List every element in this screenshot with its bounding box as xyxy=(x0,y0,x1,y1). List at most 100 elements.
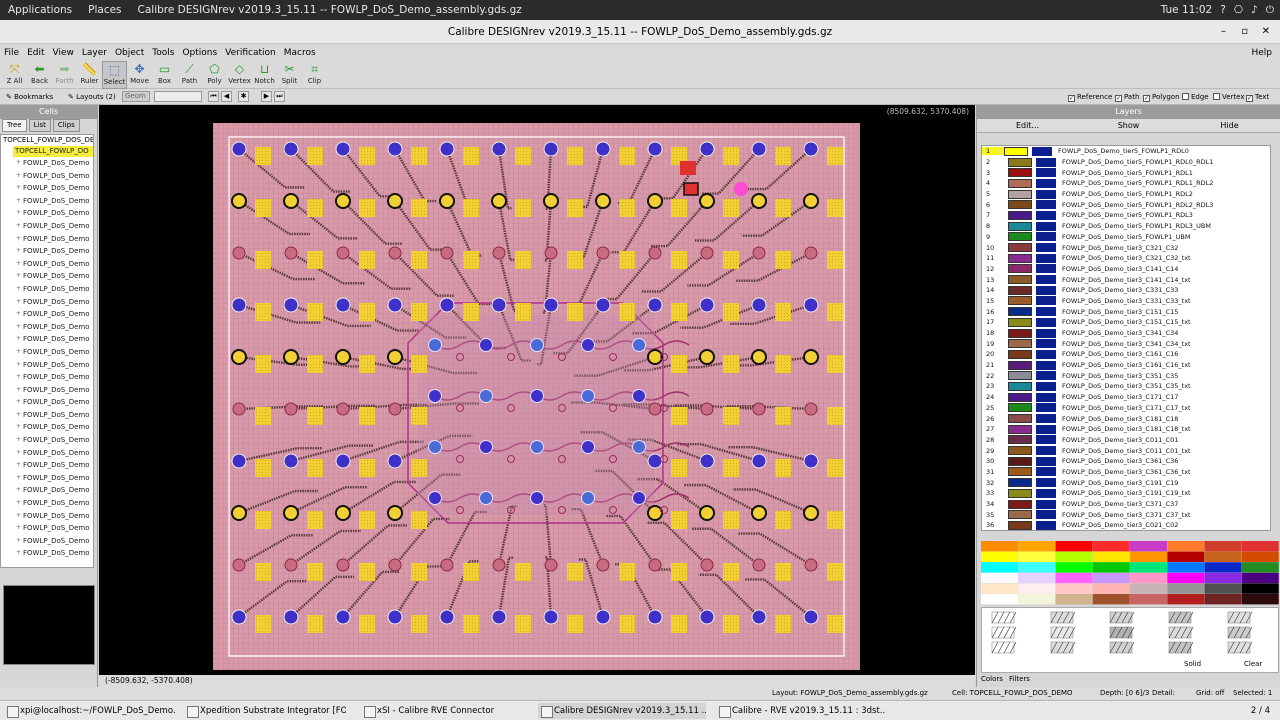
layer-row[interactable]: 23 FOWLP_DoS_Demo_tier3_C351_C35_txt xyxy=(982,381,1270,392)
last-icon[interactable]: ⏭ xyxy=(274,91,285,102)
task-rve[interactable]: Calibre - RVE v2019.3_15.11 : 3dst... xyxy=(716,703,886,719)
layer-fill-swatch[interactable] xyxy=(1008,446,1032,456)
palette-swatch[interactable] xyxy=(1130,583,1167,594)
tab-tree[interactable]: Tree xyxy=(2,119,27,132)
layer-outline-swatch[interactable] xyxy=(1036,392,1056,402)
palette-swatch[interactable] xyxy=(1092,583,1130,594)
layer-fill-swatch[interactable] xyxy=(1008,371,1032,381)
package-layout[interactable] xyxy=(213,123,860,670)
palette-swatch[interactable] xyxy=(1130,572,1167,584)
menu-edit[interactable]: Edit xyxy=(23,45,48,61)
ruler-button[interactable]: 📏 Ruler xyxy=(77,61,102,89)
layer-outline-swatch[interactable] xyxy=(1036,253,1056,263)
layer-outline-swatch[interactable] xyxy=(1036,403,1056,413)
layer-fill-swatch[interactable] xyxy=(1008,467,1032,477)
layer-outline-swatch[interactable] xyxy=(1036,371,1056,381)
layer-row[interactable]: 11 FOWLP_DoS_Demo_tier3_C321_C32_txt xyxy=(982,253,1270,264)
geom-dropdown[interactable]: Geom xyxy=(122,91,150,102)
layer-outline-swatch[interactable] xyxy=(1036,317,1056,327)
tab-colors[interactable]: Colors xyxy=(981,675,1003,683)
cell-tree-item[interactable]: FOWLP_DoS_Demo xyxy=(1,359,93,372)
layer-fill-swatch[interactable] xyxy=(1008,403,1032,413)
pattern-swatch[interactable] xyxy=(1168,626,1194,639)
cell-tree-item[interactable]: FOWLP_DoS_Demo xyxy=(1,195,93,208)
pattern-swatch[interactable] xyxy=(1050,641,1076,654)
palette-swatch[interactable] xyxy=(1018,594,1056,605)
palette-swatch[interactable] xyxy=(1018,583,1056,594)
color-palette[interactable] xyxy=(981,541,1279,605)
cell-tree-item[interactable]: FOWLP_DoS_Demo xyxy=(1,396,93,409)
next-icon[interactable]: ▶ xyxy=(261,91,272,102)
layer-row[interactable]: 27 FOWLP_DoS_Demo_tier3_C181_C18_txt xyxy=(982,424,1270,435)
layer-fill-swatch[interactable] xyxy=(1008,339,1032,349)
layer-list[interactable]: 1 FOWLP_DoS_Demo_tier5_FOWLP1_RDL0 2 FOWLP_… xyxy=(981,145,1271,531)
vertex-button[interactable]: ◇ Vertex xyxy=(227,61,252,89)
palette-swatch[interactable] xyxy=(1167,551,1205,562)
layer-fill-swatch[interactable] xyxy=(1008,275,1032,285)
cell-tree-item[interactable]: FOWLP_DoS_Demo xyxy=(1,371,93,384)
palette-swatch[interactable] xyxy=(981,541,1018,552)
menu-object[interactable]: Object xyxy=(111,45,148,61)
cell-tree-item[interactable]: FOWLP_DoS_Demo xyxy=(1,296,93,309)
palette-swatch[interactable] xyxy=(1204,572,1242,584)
palette-swatch[interactable] xyxy=(1055,541,1093,552)
cell-tree-item[interactable]: FOWLP_DoS_Demo xyxy=(1,157,93,170)
layer-fill-swatch[interactable] xyxy=(1008,349,1032,359)
cell-tree-item[interactable]: FOWLP_DoS_Demo xyxy=(1,258,93,271)
layer-fill-swatch[interactable] xyxy=(1008,381,1032,391)
layer-fill-swatch[interactable] xyxy=(1008,168,1032,178)
cell-tree-item[interactable]: FOWLP_DoS_Demo xyxy=(1,220,93,233)
workspace-pager[interactable]: 2 / 4 xyxy=(1251,703,1270,719)
layer-row[interactable]: 3 FOWLP_DoS_Demo_tier5_FOWLP1_RDL1 xyxy=(982,167,1270,178)
palette-swatch[interactable] xyxy=(981,562,1018,573)
layer-fill-swatch[interactable] xyxy=(1008,243,1032,253)
palette-swatch[interactable] xyxy=(1204,541,1242,552)
pattern-swatch[interactable] xyxy=(1227,611,1253,624)
palette-swatch[interactable] xyxy=(981,583,1018,594)
cell-tree-item[interactable]: FOWLP_DoS_Demo xyxy=(1,472,93,485)
cell-tree-item[interactable]: FOWLP_DoS_Demo xyxy=(1,308,93,321)
path-button[interactable]: ⟋ Path xyxy=(177,61,202,89)
layouts-button[interactable]: ✎ Layouts (2) xyxy=(68,89,116,105)
menu-options[interactable]: Options xyxy=(178,45,221,61)
palette-swatch[interactable] xyxy=(981,594,1018,605)
cell-tree-item[interactable]: FOWLP_DoS_Demo xyxy=(1,497,93,510)
cell-tree-item[interactable]: FOWLP_DoS_Demo xyxy=(1,384,93,397)
pattern-swatch[interactable] xyxy=(1109,641,1135,654)
layer-fill-swatch[interactable] xyxy=(1008,264,1032,274)
pattern-swatch[interactable] xyxy=(991,626,1017,639)
layer-row[interactable]: 32 FOWLP_DoS_Demo_tier3_C191_C19 xyxy=(982,477,1270,488)
layer-fill-swatch[interactable] xyxy=(1008,178,1032,188)
cell-tree-item[interactable]: FOWLP_DoS_Demo xyxy=(1,182,93,195)
back-button[interactable]: ⬅ Back xyxy=(27,61,52,89)
menu-layer[interactable]: Layer xyxy=(78,45,111,61)
layer-outline-swatch[interactable] xyxy=(1036,157,1056,167)
clip-button[interactable]: ⌗ Clip xyxy=(302,61,327,89)
palette-swatch[interactable] xyxy=(1130,594,1167,605)
layer-outline-swatch[interactable] xyxy=(1036,275,1056,285)
menu-tools[interactable]: Tools xyxy=(148,45,178,61)
palette-swatch[interactable] xyxy=(981,572,1018,584)
layer-outline-swatch[interactable] xyxy=(1036,296,1056,306)
palette-swatch[interactable] xyxy=(1204,551,1242,562)
layer-row[interactable]: 30 FOWLP_DoS_Demo_tier3_C361_C36 xyxy=(982,456,1270,467)
layer-row[interactable]: 22 FOWLP_DoS_Demo_tier3_C351_C35 xyxy=(982,370,1270,381)
layer-fill-swatch[interactable] xyxy=(1008,360,1032,370)
cell-tree-item[interactable]: FOWLP_DoS_Demo xyxy=(1,535,93,548)
layer-fill-swatch[interactable] xyxy=(1008,253,1032,263)
layer-row[interactable]: 16 FOWLP_DoS_Demo_tier3_C151_C15 xyxy=(982,306,1270,317)
layer-fill-swatch[interactable] xyxy=(1008,510,1032,520)
geom-input[interactable] xyxy=(154,91,202,102)
polygon-checkbox[interactable]: ✓ Polygon xyxy=(1143,89,1180,105)
layer-outline-swatch[interactable] xyxy=(1036,478,1056,488)
cell-tree-item[interactable]: FOWLP_DoS_Demo xyxy=(1,409,93,422)
task-terminal[interactable]: xpi@localhost:~/FOWLP_DoS_Demo... xyxy=(4,703,176,719)
task-designrev[interactable]: Calibre DESIGNrev v2019.3_15.11 ... xyxy=(538,703,706,719)
palette-swatch[interactable] xyxy=(1241,594,1279,605)
cell-tree-item[interactable]: FOWLP_DoS_Demo xyxy=(1,170,93,183)
layer-outline-swatch[interactable] xyxy=(1036,456,1056,466)
layer-row[interactable]: 29 FOWLP_DoS_Demo_tier3_C011_C01_txt xyxy=(982,445,1270,456)
network-icon[interactable]: ⎔ xyxy=(1234,4,1243,16)
tab-clips[interactable]: Clips xyxy=(52,119,80,132)
cell-tree-item[interactable]: FOWLP_DoS_Demo xyxy=(1,459,93,472)
